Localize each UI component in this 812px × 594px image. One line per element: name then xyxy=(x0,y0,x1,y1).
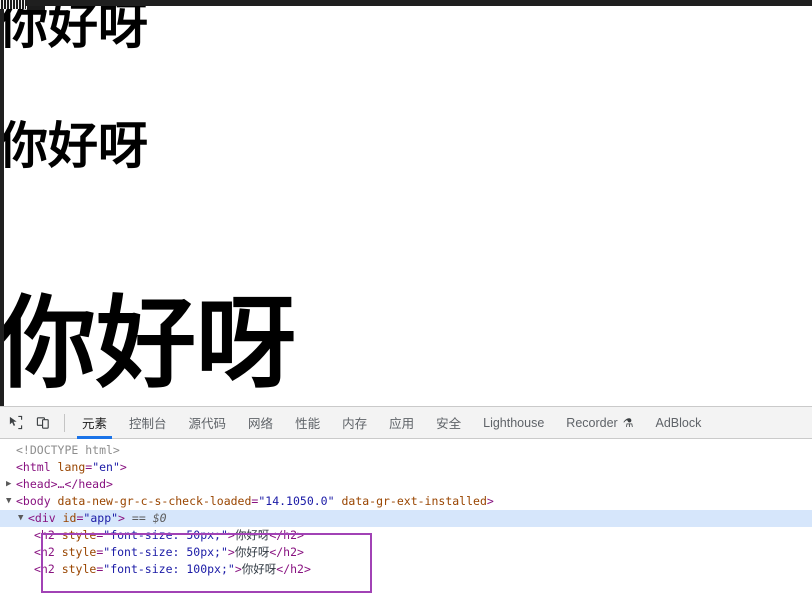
viewport-left-border xyxy=(0,6,4,406)
tab-label: 性能 xyxy=(295,416,321,431)
html-lang-attr-value: "en" xyxy=(92,460,120,474)
inspect-cursor-icon[interactable] xyxy=(2,410,28,436)
tab-label: 元素 xyxy=(82,416,108,431)
tab-label: AdBlock xyxy=(655,415,702,430)
dom-line-doctype[interactable]: ▶<!DOCTYPE html> xyxy=(0,442,812,459)
tree-toggle-spacer: ▶ xyxy=(6,459,16,476)
page-heading-1: 你好呀 xyxy=(0,6,148,55)
tab-network[interactable]: 网络 xyxy=(237,407,284,439)
h2-tag-close: > xyxy=(227,528,235,542)
h2-style-attr-name: style xyxy=(61,562,97,576)
body-attr1-value: "14.1050.0" xyxy=(258,494,335,508)
html-tag-open: <html xyxy=(16,460,58,474)
dom-line-body[interactable]: ▼ <body data-new-gr-c-s-check-loaded="14.… xyxy=(0,493,812,510)
h2-tag-open: <h2 xyxy=(34,562,62,576)
div-tag-close: > xyxy=(118,511,125,525)
h2-style-attr-value: "font-size: 50px;" xyxy=(103,545,228,559)
h2-style-attr-name: style xyxy=(61,528,97,542)
doctype-text: <!DOCTYPE html> xyxy=(16,443,120,457)
dom-line-html[interactable]: ▶<html lang="en"> xyxy=(0,459,812,476)
tab-label: 内存 xyxy=(342,416,368,431)
dom-line-h2-3[interactable]: <h2 style="font-size: 100px;">你好呀</h2> xyxy=(0,561,812,578)
tab-label: 控制台 xyxy=(129,416,167,431)
body-tag-open: <body xyxy=(16,494,58,508)
html-lang-attr-name: lang xyxy=(57,460,86,474)
tab-label: 源代码 xyxy=(188,416,227,431)
device-toolbar-icon[interactable] xyxy=(30,410,56,436)
tab-adblock[interactable]: AdBlock xyxy=(644,407,712,439)
dom-line-h2-2[interactable]: <h2 style="font-size: 50px;">你好呀</h2> xyxy=(0,544,812,561)
tab-console[interactable]: 控制台 xyxy=(118,407,178,439)
toolbar-divider xyxy=(64,413,65,432)
html-tag-close: > xyxy=(119,460,127,474)
h2-tag-close: > xyxy=(234,562,242,576)
tab-security[interactable]: 安全 xyxy=(425,407,472,439)
tab-label: Lighthouse xyxy=(483,415,545,430)
browser-chrome-fragment-secondary xyxy=(27,6,45,10)
dom-line-head[interactable]: ▶ <head>…</head> xyxy=(0,476,812,493)
tab-sources[interactable]: 源代码 xyxy=(178,407,238,439)
page-heading-3: 你好呀 xyxy=(0,285,296,402)
tab-recorder[interactable]: Recorder ⚗ xyxy=(555,407,644,439)
tab-label: 网络 xyxy=(248,416,274,431)
tree-toggle-spacer: ▶ xyxy=(6,442,16,459)
flask-icon: ⚗ xyxy=(622,415,634,430)
devtools-tabbar: 元素 控制台 源代码 网络 性能 内存 应用 安全 Lighthouse Rec… xyxy=(0,407,812,439)
head-tag-close: </head> xyxy=(64,477,113,491)
tree-toggle-expanded-icon[interactable]: ▼ xyxy=(6,493,16,510)
tab-label: 安全 xyxy=(436,416,462,431)
browser-chrome-fragment xyxy=(0,0,26,9)
tab-performance[interactable]: 性能 xyxy=(284,407,331,439)
devtools-panel: 元素 控制台 源代码 网络 性能 内存 应用 安全 Lighthouse Rec… xyxy=(0,406,812,594)
div-tag-open: <div xyxy=(28,511,63,525)
h2-style-attr-value: "font-size: 50px;" xyxy=(103,528,228,542)
body-attr1-name: data-new-gr-c-s-check-loaded xyxy=(57,494,252,508)
tree-toggle-expanded-icon[interactable]: ▼ xyxy=(18,510,28,527)
tab-label: 应用 xyxy=(389,416,415,431)
h2-text-content: 你好呀 xyxy=(234,545,270,559)
h2-style-attr-value: "font-size: 100px;" xyxy=(103,562,235,576)
h2-tag-end: </h2> xyxy=(269,528,304,542)
page-heading-2: 你好呀 xyxy=(0,117,148,175)
body-tag-close: > xyxy=(486,494,494,508)
h2-style-attr-name: style xyxy=(61,545,97,559)
tab-elements[interactable]: 元素 xyxy=(71,407,118,439)
div-id-attr-value: "app" xyxy=(83,511,119,525)
h2-tag-open: <h2 xyxy=(34,528,62,542)
page-viewport: 你好呀 你好呀 你好呀 xyxy=(0,6,812,406)
body-attr2-name: data-gr-ext-installed xyxy=(341,494,487,508)
browser-chrome-strip xyxy=(0,0,812,6)
h2-tag-end: </h2> xyxy=(269,545,304,559)
tab-memory[interactable]: 内存 xyxy=(331,407,378,439)
h2-text-content: 你好呀 xyxy=(234,528,270,542)
h2-tag-close: > xyxy=(227,545,235,559)
head-tag-open: <head> xyxy=(16,477,58,491)
h2-tag-end: </h2> xyxy=(276,562,311,576)
dom-line-h2-1[interactable]: <h2 style="font-size: 50px;">你好呀</h2> xyxy=(0,527,812,544)
tab-lighthouse[interactable]: Lighthouse xyxy=(472,407,555,439)
h2-tag-open: <h2 xyxy=(34,545,62,559)
selected-node-reference: == $0 xyxy=(131,511,167,525)
dom-line-div-app[interactable]: ▼ <div id="app"> == $0 xyxy=(0,510,812,527)
div-id-attr-name: id xyxy=(62,511,77,525)
tab-label: Recorder xyxy=(566,415,618,430)
dom-tree[interactable]: ▶<!DOCTYPE html> ▶<html lang="en"> ▶<hea… xyxy=(0,439,812,594)
tab-application[interactable]: 应用 xyxy=(378,407,425,439)
h2-text-content: 你好呀 xyxy=(241,562,277,576)
tree-toggle-collapsed-icon[interactable]: ▶ xyxy=(6,476,16,493)
